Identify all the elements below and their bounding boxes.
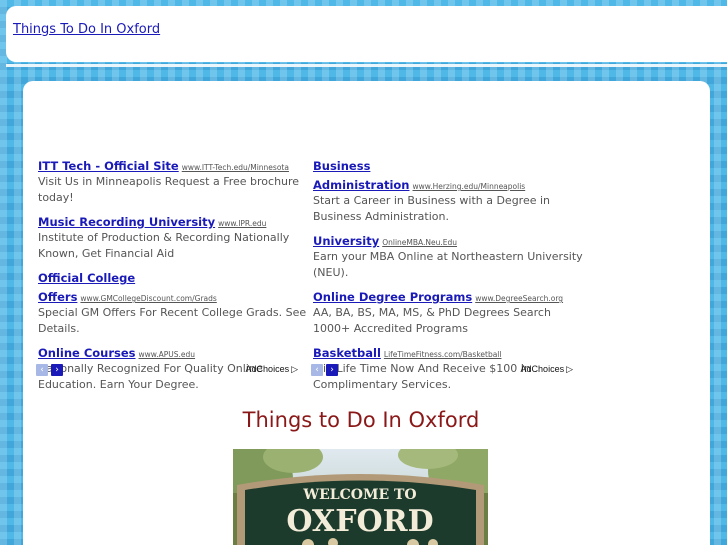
adchoices-label: AdChoices (520, 364, 565, 374)
ad-description: Earn your MBA Online at Northeastern Uni… (313, 250, 583, 279)
ad-title-link[interactable]: Basketball (313, 346, 381, 360)
oxford-sign-photo: WELCOME TO OXFORD (233, 449, 488, 545)
page-title: Things to Do In Oxford (242, 408, 480, 432)
ad-nav-left: ‹ › AdChoices ▷ (36, 364, 298, 378)
ad-unit: Business Administration www.Herzing.edu/M… (313, 155, 583, 224)
ad-column-left: ITT Tech - Official Site www.ITT-Tech.edu… (38, 155, 308, 398)
ad-prev-button[interactable]: ‹ (36, 364, 48, 376)
ad-url-link[interactable]: OnlineMBA.Neu.Edu (382, 238, 457, 247)
ad-title-link[interactable]: Online Degree Programs (313, 290, 472, 304)
header-divider (6, 64, 727, 67)
sign-line-1: WELCOME TO (302, 487, 416, 503)
ad-prev-button[interactable]: ‹ (311, 364, 323, 376)
ad-title-link[interactable]: Business Administration (313, 159, 410, 192)
header-bar: Things To Do In Oxford (6, 6, 727, 62)
ad-unit: University OnlineMBA.Neu.Edu Earn your MB… (313, 230, 583, 280)
ad-unit: ITT Tech - Official Site www.ITT-Tech.edu… (38, 155, 308, 205)
ad-description: Institute of Production & Recording Nati… (38, 231, 290, 260)
ad-url-link[interactable]: LifeTimeFitness.com/Basketball (384, 350, 502, 359)
ad-unit: Music Recording University www.IPR.edu In… (38, 211, 308, 261)
ad-unit: Online Degree Programs www.DegreeSearch.o… (313, 286, 583, 336)
ad-url-link[interactable]: www.ITT-Tech.edu/Minnesota (182, 163, 289, 172)
ad-description: Start a Career in Business with a Degree… (313, 194, 551, 223)
ad-url-link[interactable]: www.GMCollegeDiscount.com/Grads (80, 294, 216, 303)
ad-next-button[interactable]: › (326, 364, 338, 376)
adchoices-label: AdChoices (245, 364, 290, 374)
ad-unit: Official College Offers www.GMCollegeDisc… (38, 267, 308, 336)
ad-title-link[interactable]: ITT Tech - Official Site (38, 159, 179, 173)
adchoices-link[interactable]: AdChoices ▷ (246, 364, 298, 375)
ad-description: AA, BA, BS, MA, MS, & PhD Degrees Search… (313, 306, 551, 335)
adchoices-icon: ▷ (291, 364, 298, 374)
sign-line-2: OXFORD (286, 504, 433, 539)
ad-description: Special GM Offers For Recent College Gra… (38, 306, 307, 335)
ad-next-button[interactable]: › (51, 364, 63, 376)
adchoices-link[interactable]: AdChoices ▷ (521, 364, 573, 375)
ad-url-link[interactable]: www.DegreeSearch.org (475, 294, 563, 303)
ad-title-link[interactable]: University (313, 234, 379, 248)
ad-title-link[interactable]: Music Recording University (38, 215, 215, 229)
ad-url-link[interactable]: www.APUS.edu (139, 350, 196, 359)
ad-url-link[interactable]: www.Herzing.edu/Minneapolis (413, 182, 526, 191)
ad-title-link[interactable]: Online Courses (38, 346, 136, 360)
adchoices-icon: ▷ (566, 364, 573, 374)
main-content: ITT Tech - Official Site www.ITT-Tech.edu… (23, 81, 710, 545)
ad-url-link[interactable]: www.IPR.edu (218, 219, 266, 228)
site-title-link[interactable]: Things To Do In Oxford (13, 22, 160, 37)
ad-column-right: Business Administration www.Herzing.edu/M… (313, 155, 583, 398)
ad-nav-right: ‹ › AdChoices ▷ (311, 364, 573, 378)
ad-description: Visit Us in Minneapolis Request a Free b… (38, 175, 300, 204)
